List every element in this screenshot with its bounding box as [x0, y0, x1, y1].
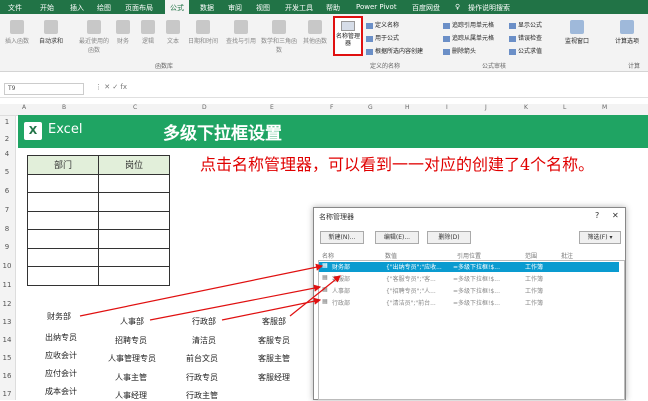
arrow-finance	[79, 263, 324, 317]
arrow-hr	[149, 284, 322, 321]
arrow-service	[289, 275, 341, 317]
annotation-arrows	[79, 263, 341, 321]
